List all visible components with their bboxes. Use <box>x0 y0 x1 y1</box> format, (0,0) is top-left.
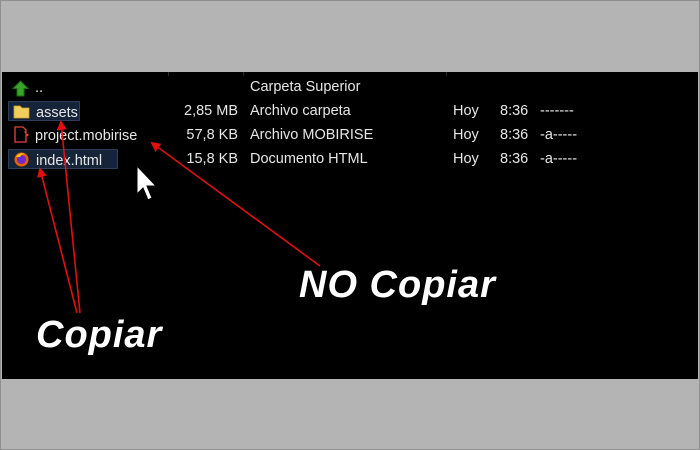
file-type: Documento HTML <box>250 151 368 167</box>
file-date: Hoy <box>453 103 479 119</box>
file-size: 57,8 KB <box>186 127 238 143</box>
file-type: Archivo carpeta <box>250 103 351 119</box>
folder-icon <box>13 105 30 119</box>
file-size: 2,85 MB <box>184 103 238 119</box>
file-attributes: -a----- <box>540 151 578 167</box>
file-row-parent[interactable]: .. Carpeta Superior <box>2 76 698 98</box>
file-date: Hoy <box>453 151 479 167</box>
file-row-project-mobirise[interactable]: project.mobirise 57,8 KB Archivo MOBIRIS… <box>2 124 698 146</box>
file-time: 8:36 <box>500 151 529 167</box>
file-row-assets[interactable]: assets 2,85 MB Archivo carpeta Hoy 8:36 … <box>2 100 698 122</box>
file-row-index-html[interactable]: index.html 15,8 KB Documento HTML Hoy 8:… <box>2 148 698 170</box>
file-date: Hoy <box>453 127 479 143</box>
file-attributes: -a----- <box>540 127 578 143</box>
file-attributes: ------- <box>540 103 574 119</box>
file-name-cell[interactable]: index.html <box>8 149 118 169</box>
file-name: .. <box>35 80 44 96</box>
file-name: project.mobirise <box>35 128 138 144</box>
file-name-cell[interactable]: .. <box>8 77 78 97</box>
file-time: 8:36 <box>500 103 529 119</box>
file-name: index.html <box>36 153 103 169</box>
file-name: assets <box>36 105 78 121</box>
no-copiar-label: NO Copiar <box>299 264 496 306</box>
file-type: Carpeta Superior <box>250 79 361 95</box>
parent-folder-icon <box>12 80 29 97</box>
file-time: 8:36 <box>500 127 529 143</box>
firefox-html-icon <box>14 152 29 167</box>
file-type: Archivo MOBIRISE <box>250 127 374 143</box>
copiar-label: Copiar <box>36 314 163 356</box>
file-name-cell[interactable]: assets <box>8 101 80 121</box>
file-size: 15,8 KB <box>186 151 238 167</box>
file-name-cell[interactable]: project.mobirise <box>8 125 154 145</box>
mobirise-file-icon <box>14 126 29 143</box>
